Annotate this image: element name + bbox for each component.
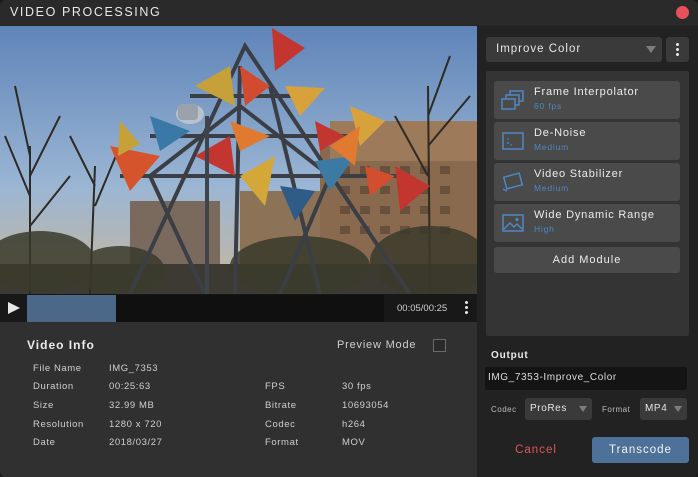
output-title: Output: [491, 350, 529, 361]
info-value-file-name: IMG_7353: [109, 363, 159, 374]
codec-label: Codec: [491, 405, 517, 414]
timeline-track[interactable]: [27, 295, 384, 322]
module-detail: Medium: [534, 183, 570, 193]
info-value-format: MOV: [342, 437, 366, 448]
timeline-progress: [27, 295, 117, 322]
playback-bar: 00:05/00:25: [0, 294, 477, 322]
info-label-size: Size: [33, 400, 54, 411]
chevron-down-icon: [646, 46, 656, 53]
preview-mode-label: Preview Mode: [337, 339, 417, 351]
info-value-resolution: 1280 x 720: [109, 419, 163, 430]
preset-more-button[interactable]: [666, 37, 689, 62]
module-name: De-Noise: [534, 127, 587, 139]
video-preview[interactable]: [0, 26, 477, 294]
video-info-title: Video Info: [27, 338, 95, 352]
stabilizer-icon: [502, 172, 524, 192]
window-title: VIDEO PROCESSING: [10, 5, 162, 19]
close-icon[interactable]: [676, 6, 689, 19]
video-processing-window: VIDEO PROCESSING 00:05/00:25 Video Info …: [0, 0, 698, 477]
module-name: Frame Interpolator: [534, 86, 639, 98]
info-value-date: 2018/03/27: [109, 437, 163, 448]
format-select[interactable]: MP4: [640, 398, 687, 420]
info-label-bitrate: Bitrate: [265, 400, 297, 411]
info-label-resolution: Resolution: [33, 419, 84, 430]
frames-icon: [501, 90, 524, 110]
info-value-bitrate: 10693054: [342, 400, 390, 411]
info-label-duration: Duration: [33, 381, 74, 392]
more-vertical-icon[interactable]: [462, 301, 470, 317]
add-module-button[interactable]: Add Module: [494, 247, 680, 273]
format-select-value: MP4: [645, 403, 668, 414]
module-detail: High: [534, 224, 555, 234]
video-info-panel: Video Info Preview Mode File Name IMG_73…: [0, 322, 477, 477]
info-label-date: Date: [33, 437, 56, 448]
module-video-stabilizer[interactable]: Video Stabilizer Medium: [494, 163, 680, 201]
processing-sidebar: Improve Color Frame Interpolator 60 fps: [477, 26, 698, 477]
info-value-duration: 00:25:63: [109, 381, 151, 392]
module-wide-dynamic-range[interactable]: Wide Dynamic Range High: [494, 204, 680, 242]
module-frame-interpolator[interactable]: Frame Interpolator 60 fps: [494, 81, 680, 119]
chevron-down-icon: [674, 406, 682, 412]
cancel-button[interactable]: Cancel: [491, 438, 581, 463]
module-name: Wide Dynamic Range: [534, 209, 655, 221]
video-frame-image: [0, 26, 477, 294]
info-value-fps: 30 fps: [342, 381, 372, 392]
info-value-codec: h264: [342, 419, 366, 430]
info-label-codec: Codec: [265, 419, 296, 430]
output-filename-field[interactable]: IMG_7353-Improve_Color: [485, 367, 687, 390]
info-label-file-name: File Name: [33, 363, 82, 374]
format-label: Format: [602, 405, 631, 414]
module-name: Video Stabilizer: [534, 168, 624, 180]
preview-mode-checkbox[interactable]: [433, 339, 446, 352]
info-label-format: Format: [265, 437, 299, 448]
module-detail: 60 fps: [534, 101, 562, 111]
info-label-fps: FPS: [265, 381, 286, 392]
chevron-down-icon: [579, 406, 587, 412]
timecode: 00:05/00:25: [397, 303, 448, 314]
module-list: Frame Interpolator 60 fps De-Noise Mediu…: [486, 71, 689, 336]
transcode-button[interactable]: Transcode: [592, 437, 689, 463]
preset-select-value: Improve Color: [496, 43, 582, 55]
module-de-noise[interactable]: De-Noise Medium: [494, 122, 680, 160]
more-vertical-icon: [676, 43, 679, 58]
denoise-icon: [502, 132, 524, 150]
preset-select[interactable]: Improve Color: [486, 37, 662, 62]
title-bar: VIDEO PROCESSING: [0, 0, 698, 25]
play-icon[interactable]: [6, 300, 22, 316]
image-icon: [502, 214, 524, 232]
info-value-size: 32.99 MB: [109, 400, 155, 411]
module-detail: Medium: [534, 142, 570, 152]
codec-select[interactable]: ProRes: [525, 398, 592, 420]
codec-select-value: ProRes: [530, 403, 567, 414]
